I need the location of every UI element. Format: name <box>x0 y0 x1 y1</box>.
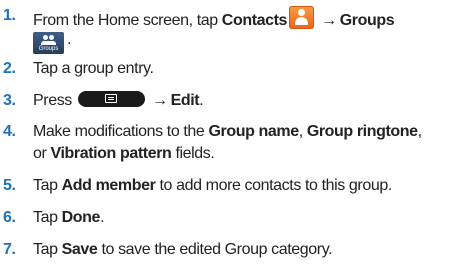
contacts-label: Contacts <box>221 12 288 29</box>
add-member-label: Add member <box>61 177 156 194</box>
step-text-segment: From the Home screen, tap <box>33 12 222 29</box>
step-number: 2. <box>3 60 16 77</box>
step-end: . <box>67 31 72 48</box>
step-text-segment: to save the edited Group category. <box>97 241 333 258</box>
step-number: 5. <box>3 177 16 194</box>
step-end: . <box>199 92 204 109</box>
menu-key-icon <box>77 91 145 107</box>
step-text: Make modifications to the Group name, Gr… <box>33 122 422 142</box>
step-text-segment: , <box>298 123 307 140</box>
instruction-list: 1. From the Home screen, tap Contacts → G… <box>0 0 468 279</box>
edit-label: Edit <box>170 92 200 109</box>
done-label: Done <box>61 209 101 226</box>
step-text-segment: to add more contacts to this group. <box>155 177 393 194</box>
step-number: 1. <box>3 7 16 24</box>
step-text: Tap Done. <box>33 208 105 228</box>
step-text: or Vibration pattern fields. <box>33 144 215 164</box>
groups-label: Groups <box>339 12 395 29</box>
step-number: 6. <box>3 209 16 226</box>
step-text: Tap Add member to add more contacts to t… <box>33 176 392 196</box>
vibration-pattern-label: Vibration pattern <box>50 145 172 162</box>
group-ringtone-label: Group ringtone <box>306 123 418 140</box>
step-text: Tap Save to save the edited Group catego… <box>33 240 333 260</box>
step-number: 4. <box>3 123 16 140</box>
step-text-segment: Tap <box>33 241 62 258</box>
step-end: . <box>100 209 105 226</box>
step-text-segment: fields. <box>171 145 215 162</box>
arrow-icon: → <box>321 12 337 29</box>
step-text-segment: Tap <box>33 177 62 194</box>
step-number: 3. <box>3 92 16 109</box>
group-name-label: Group name <box>208 123 299 140</box>
arrow-icon: → <box>152 92 168 109</box>
groups-icon: Groups <box>33 32 64 54</box>
step-number: 7. <box>3 241 16 258</box>
contacts-icon <box>289 6 315 29</box>
step-text-segment: , <box>417 123 422 140</box>
step-text-segment: or <box>33 145 51 162</box>
step-text-segment: Tap <box>33 209 62 226</box>
step-text: Press → Edit. <box>33 91 204 111</box>
step-text-segment: Press <box>33 92 76 109</box>
step-text: Tap a group entry. <box>33 60 154 77</box>
groups-icon-label: Groups <box>38 46 59 52</box>
save-label: Save <box>61 241 98 258</box>
step-text: From the Home screen, tap Contacts → Grou… <box>33 6 395 31</box>
step-text-segment: Make modifications to the <box>33 123 209 140</box>
